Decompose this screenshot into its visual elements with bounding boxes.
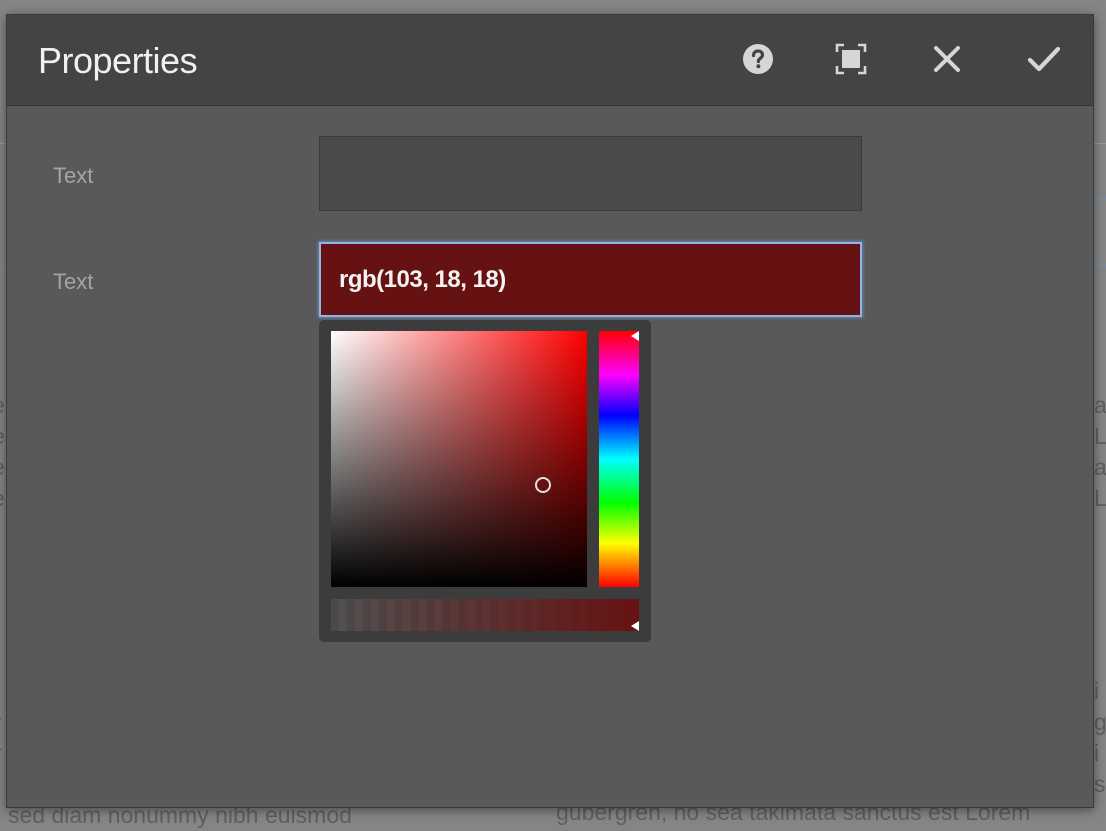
saturation-brightness-area[interactable]	[331, 331, 587, 587]
dialog-title: Properties	[38, 40, 198, 81]
hue-slider[interactable]	[599, 331, 639, 587]
help-button[interactable]	[738, 41, 778, 81]
close-button[interactable]	[927, 41, 967, 81]
color-input[interactable]: rgb(103, 18, 18)	[319, 242, 862, 317]
fullscreen-button[interactable]	[831, 41, 871, 81]
text-input-1[interactable]	[319, 136, 862, 211]
alpha-slider[interactable]	[331, 599, 639, 631]
background-accent-line	[1094, 265, 1106, 267]
background-text-fragment: a L a L	[1094, 392, 1106, 511]
field-label-text-2: Text	[53, 269, 94, 294]
field-label-text-1: Text	[53, 163, 94, 188]
dialog-header: Properties	[7, 15, 1093, 106]
background-text-fragment: i gi i s	[1094, 678, 1106, 797]
fullscreen-icon	[835, 43, 867, 80]
alpha-slider-handle[interactable]	[631, 621, 639, 631]
help-icon	[742, 43, 774, 80]
properties-dialog: Properties Text Text rgb(103, 18, 18)	[6, 14, 1094, 808]
background-text-fragment: e e e e	[0, 390, 5, 514]
saturation-brightness-handle[interactable]	[535, 476, 552, 493]
background-text-fragment: r r i	[0, 676, 2, 800]
close-icon	[932, 44, 962, 79]
background-accent-line	[1094, 197, 1106, 199]
check-icon	[1027, 44, 1061, 79]
color-picker-popover	[319, 320, 651, 642]
hue-slider-handle[interactable]	[631, 331, 639, 341]
done-button[interactable]	[1024, 41, 1064, 81]
